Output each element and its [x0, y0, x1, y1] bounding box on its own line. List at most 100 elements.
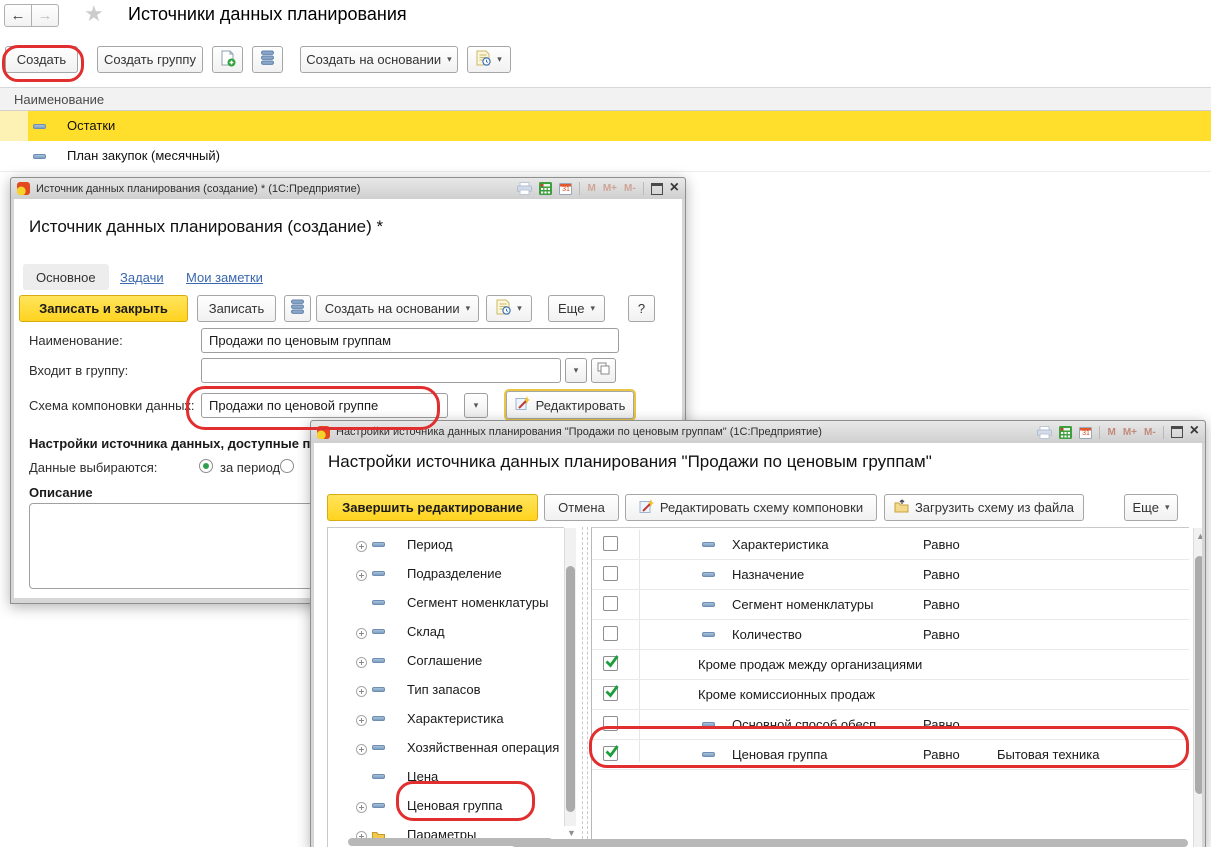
favorite-star-icon[interactable]: ★ — [84, 1, 104, 27]
tab-my-notes[interactable]: Мои заметки — [186, 270, 263, 285]
memory-m-minus-button[interactable]: M- — [1144, 427, 1156, 438]
new-document-icon-button[interactable] — [212, 46, 243, 73]
condition-row[interactable]: Кроме комиссионных продаж — [592, 680, 1189, 710]
condition-row[interactable]: КоличествоРавно — [592, 620, 1189, 650]
tree-item[interactable]: Подразделение — [328, 559, 564, 588]
print-icon[interactable] — [517, 182, 532, 195]
more-button[interactable]: Еще ▾ — [548, 295, 605, 322]
window-titlebar[interactable]: Источник данных планирования (создание) … — [11, 178, 685, 199]
create-based-on-button[interactable]: Создать на основании ▾ — [316, 295, 479, 322]
tab-tasks[interactable]: Задачи — [120, 270, 164, 285]
radio-second-option[interactable] — [280, 459, 294, 473]
tree-item[interactable]: Характеристика — [328, 704, 564, 733]
calendar-icon[interactable]: 31 — [1079, 426, 1092, 439]
panel-splitter[interactable] — [587, 527, 588, 847]
cancel-button[interactable]: Отмена — [544, 494, 619, 521]
condition-row[interactable]: Основной способ обесп...Равно — [592, 710, 1189, 740]
edit-composition-scheme-button[interactable]: Редактировать схему компоновки — [625, 494, 877, 521]
more-button[interactable]: Еще ▾ — [1124, 494, 1178, 521]
tree-item[interactable]: Период — [328, 530, 564, 559]
tree-vertical-scrollbar[interactable] — [564, 528, 576, 826]
report-icon-button[interactable]: ▾ — [467, 46, 511, 73]
expand-plus-icon[interactable] — [356, 539, 367, 550]
checkbox-unchecked[interactable] — [603, 536, 618, 551]
tree-item[interactable]: Хозяйственная операция — [328, 733, 564, 762]
expand-plus-icon[interactable] — [356, 568, 367, 579]
scheme-dropdown-button[interactable]: ▾ — [464, 393, 488, 418]
checkbox-checked[interactable] — [603, 746, 618, 761]
report-icon-button[interactable]: ▾ — [486, 295, 532, 322]
checkbox-checked[interactable] — [603, 686, 618, 701]
close-button[interactable]: × — [1190, 423, 1199, 439]
scrollbar-thumb[interactable] — [566, 566, 575, 812]
column-header-name[interactable]: Наименование — [0, 87, 1211, 111]
tree-item[interactable]: Тип запасов — [328, 675, 564, 704]
checkbox-unchecked[interactable] — [603, 566, 618, 581]
checkbox-unchecked[interactable] — [603, 596, 618, 611]
chevron-down-icon: ▾ — [1165, 503, 1170, 512]
expand-plus-icon[interactable] — [356, 626, 367, 637]
calculator-icon[interactable] — [539, 182, 552, 195]
forward-button[interactable]: → — [31, 4, 59, 27]
list-stack-icon-button[interactable] — [284, 295, 311, 322]
condition-row[interactable]: ХарактеристикаРавно — [592, 530, 1189, 560]
close-button[interactable]: × — [670, 180, 679, 196]
tab-main[interactable]: Основное — [23, 264, 109, 290]
scrollbar-thumb[interactable] — [1195, 556, 1202, 794]
memory-m-minus-button[interactable]: M- — [624, 183, 636, 194]
tree-item[interactable]: Склад — [328, 617, 564, 646]
checkbox-unchecked[interactable] — [603, 716, 618, 731]
create-group-button[interactable]: Создать группу — [97, 46, 203, 73]
load-scheme-from-file-button[interactable]: Загрузить схему из файла — [884, 494, 1084, 521]
checkbox-checked[interactable] — [603, 656, 618, 671]
radio-for-period-selected[interactable] — [199, 459, 213, 473]
expand-plus-icon[interactable] — [356, 800, 367, 811]
create-button[interactable]: Создать — [5, 46, 78, 73]
conditions-vertical-scrollbar[interactable]: ▲ — [1193, 528, 1202, 847]
memory-m-plus-button[interactable]: M+ — [603, 183, 617, 194]
expand-plus-icon[interactable] — [356, 742, 367, 753]
finish-editing-button[interactable]: Завершить редактирование — [327, 494, 538, 521]
scrollbar-up-arrow[interactable]: ▲ — [1196, 532, 1202, 541]
settings-window-body: Настройки источника данных планирования … — [314, 443, 1202, 847]
memory-m-button[interactable]: M — [1107, 427, 1115, 438]
scheme-field[interactable]: Продажи по ценовой группе — [201, 393, 448, 418]
group-dropdown-button[interactable]: ▾ — [565, 358, 587, 383]
table-row[interactable]: План закупок (месячный) — [0, 141, 1211, 172]
help-button[interactable]: ? — [628, 295, 655, 322]
calculator-icon[interactable] — [1059, 426, 1072, 439]
expand-plus-icon[interactable] — [356, 655, 367, 666]
expand-plus-icon[interactable] — [356, 684, 367, 695]
window-titlebar[interactable]: Настройки источника данных планирования … — [311, 421, 1205, 443]
condition-row[interactable]: НазначениеРавно — [592, 560, 1189, 590]
condition-row[interactable]: Кроме продаж между организациями — [592, 650, 1189, 680]
tree-item[interactable]: Цена — [328, 762, 564, 791]
checkbox-unchecked[interactable] — [603, 626, 618, 641]
create-based-on-button[interactable]: Создать на основании ▾ — [300, 46, 458, 73]
memory-m-button[interactable]: M — [587, 183, 595, 194]
expand-plus-icon[interactable] — [356, 713, 367, 724]
name-field[interactable]: Продажи по ценовым группам — [201, 328, 619, 353]
maximize-button[interactable] — [651, 183, 663, 195]
condition-row[interactable]: Ценовая группаРавноБытовая техника — [592, 740, 1189, 770]
calendar-icon[interactable]: 31 — [559, 182, 572, 195]
list-stack-icon-button[interactable] — [252, 46, 283, 73]
save-button[interactable]: Записать — [197, 295, 276, 322]
tree-item[interactable]: Ценовая группа — [328, 791, 564, 820]
edit-scheme-button[interactable]: Редактировать — [506, 391, 634, 419]
tree-item[interactable]: Сегмент номенклатуры — [328, 588, 564, 617]
tree-item[interactable]: Соглашение — [328, 646, 564, 675]
group-choose-button[interactable] — [591, 358, 616, 383]
table-row-selected[interactable]: Остатки — [0, 111, 1211, 141]
maximize-button[interactable] — [1171, 426, 1183, 438]
dimension-dash-icon — [702, 602, 715, 607]
group-field[interactable] — [201, 358, 561, 383]
back-button[interactable]: ← — [4, 4, 32, 27]
scrollbar-down-arrow[interactable]: ▼ — [567, 829, 576, 838]
conditions-horizontal-scrollbar-thumb[interactable] — [511, 839, 1188, 847]
condition-row[interactable]: Сегмент номенклатурыРавно — [592, 590, 1189, 620]
memory-m-plus-button[interactable]: M+ — [1123, 427, 1137, 438]
save-and-close-button[interactable]: Записать и закрыть — [19, 295, 188, 322]
print-icon[interactable] — [1037, 426, 1052, 439]
panel-splitter[interactable] — [582, 527, 583, 847]
